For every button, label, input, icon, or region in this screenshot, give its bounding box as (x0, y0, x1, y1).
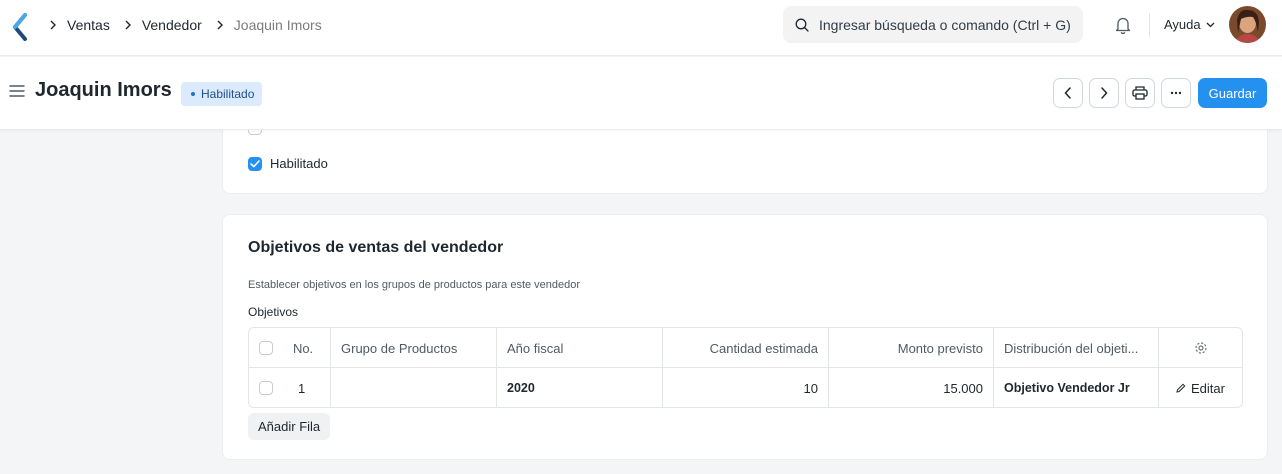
top-navbar: Ventas Vendedor Joaquin Imors Ingresar b… (0, 0, 1282, 56)
page-header: Joaquin Imors Habilitado Guardar (0, 57, 1282, 130)
enabled-label: Habilitado (270, 156, 328, 171)
column-settings-cell (1159, 328, 1242, 368)
table-label: Objetivos (248, 305, 299, 319)
menu-icon[interactable] (9, 84, 25, 98)
target-amount-cell[interactable]: 15.000 (829, 368, 994, 408)
column-header-fiscal-year[interactable]: Año fiscal (497, 328, 663, 368)
chevron-left-icon (1064, 87, 1071, 99)
targets-table: No. Grupo de Productos Año fiscal Cantid… (248, 327, 1243, 408)
breadcrumb-ventas[interactable]: Ventas (67, 17, 110, 33)
status-badge-label: Habilitado (201, 87, 255, 101)
edit-label: Editar (1191, 380, 1225, 396)
chevron-right-icon (44, 16, 62, 34)
chevron-right-icon (119, 16, 137, 34)
chevron-right-icon (1101, 87, 1108, 99)
check-icon (250, 159, 260, 167)
column-header-distribution[interactable]: Distribución del objeti... (994, 328, 1159, 368)
column-header-no[interactable]: No. (283, 328, 331, 368)
column-header-target-amount[interactable]: Monto previsto (829, 328, 994, 368)
row-select-cell (249, 368, 283, 408)
pencil-icon (1176, 383, 1186, 393)
avatar[interactable] (1229, 6, 1266, 43)
table-row[interactable]: 1 2020 10 15.000 Objetivo Vendedor Jr Ed… (249, 368, 1242, 408)
chevron-down-icon (1206, 22, 1215, 27)
breadcrumb-current[interactable]: Joaquin Imors (234, 17, 322, 33)
printer-icon (1132, 86, 1148, 100)
help-label: Ayuda (1164, 17, 1201, 32)
fiscal-year-cell[interactable]: 2020 (497, 368, 663, 408)
row-checkbox[interactable] (259, 381, 273, 395)
divider (1149, 13, 1150, 37)
search-placeholder: Ingresar búsqueda o comando (Ctrl + G) (819, 16, 1071, 33)
edit-row-button[interactable]: Editar (1176, 381, 1225, 396)
next-button[interactable] (1089, 78, 1119, 108)
breadcrumb-vendedor[interactable]: Vendedor (142, 17, 202, 33)
target-qty-cell[interactable]: 10 (663, 368, 829, 408)
select-all-cell (249, 328, 283, 368)
status-dot (191, 92, 195, 96)
section-description: Establecer objetivos en los grupos de pr… (248, 279, 581, 291)
column-header-item-group[interactable]: Grupo de Productos (331, 328, 497, 368)
ellipsis-icon (1170, 91, 1182, 95)
chevron-right-icon (211, 16, 229, 34)
sales-targets-card: Objetivos de ventas del vendedor Estable… (222, 214, 1268, 460)
edit-row-cell: Editar (1159, 368, 1242, 408)
select-all-checkbox[interactable] (259, 341, 273, 355)
distribution-cell[interactable]: Objetivo Vendedor Jr (994, 368, 1159, 408)
save-button[interactable]: Guardar (1198, 78, 1267, 108)
column-header-target-qty[interactable]: Cantidad estimada (663, 328, 829, 368)
table-header-row: No. Grupo de Productos Año fiscal Cantid… (249, 328, 1242, 368)
search-icon (795, 18, 809, 32)
add-row-button[interactable]: Añadir Fila (248, 413, 331, 440)
breadcrumb: Ventas Vendedor Joaquin Imors (44, 16, 331, 34)
item-group-cell[interactable] (331, 368, 497, 408)
app-logo-icon[interactable] (12, 13, 28, 41)
enabled-checkbox[interactable] (248, 156, 262, 171)
status-badge: Habilitado (181, 82, 263, 106)
print-button[interactable] (1125, 78, 1155, 108)
previous-button[interactable] (1053, 78, 1083, 108)
search-input[interactable]: Ingresar búsqueda o comando (Ctrl + G) (783, 6, 1083, 43)
gear-icon[interactable] (1194, 341, 1208, 355)
help-dropdown[interactable]: Ayuda (1164, 17, 1215, 32)
page-title: Joaquin Imors (35, 79, 172, 101)
enabled-checkbox-row: Habilitado (248, 156, 328, 171)
bell-icon[interactable] (1113, 15, 1133, 35)
section-title: Objetivos de ventas del vendedor (248, 239, 504, 256)
more-options-button[interactable] (1161, 78, 1191, 108)
row-number: 1 (283, 368, 331, 408)
